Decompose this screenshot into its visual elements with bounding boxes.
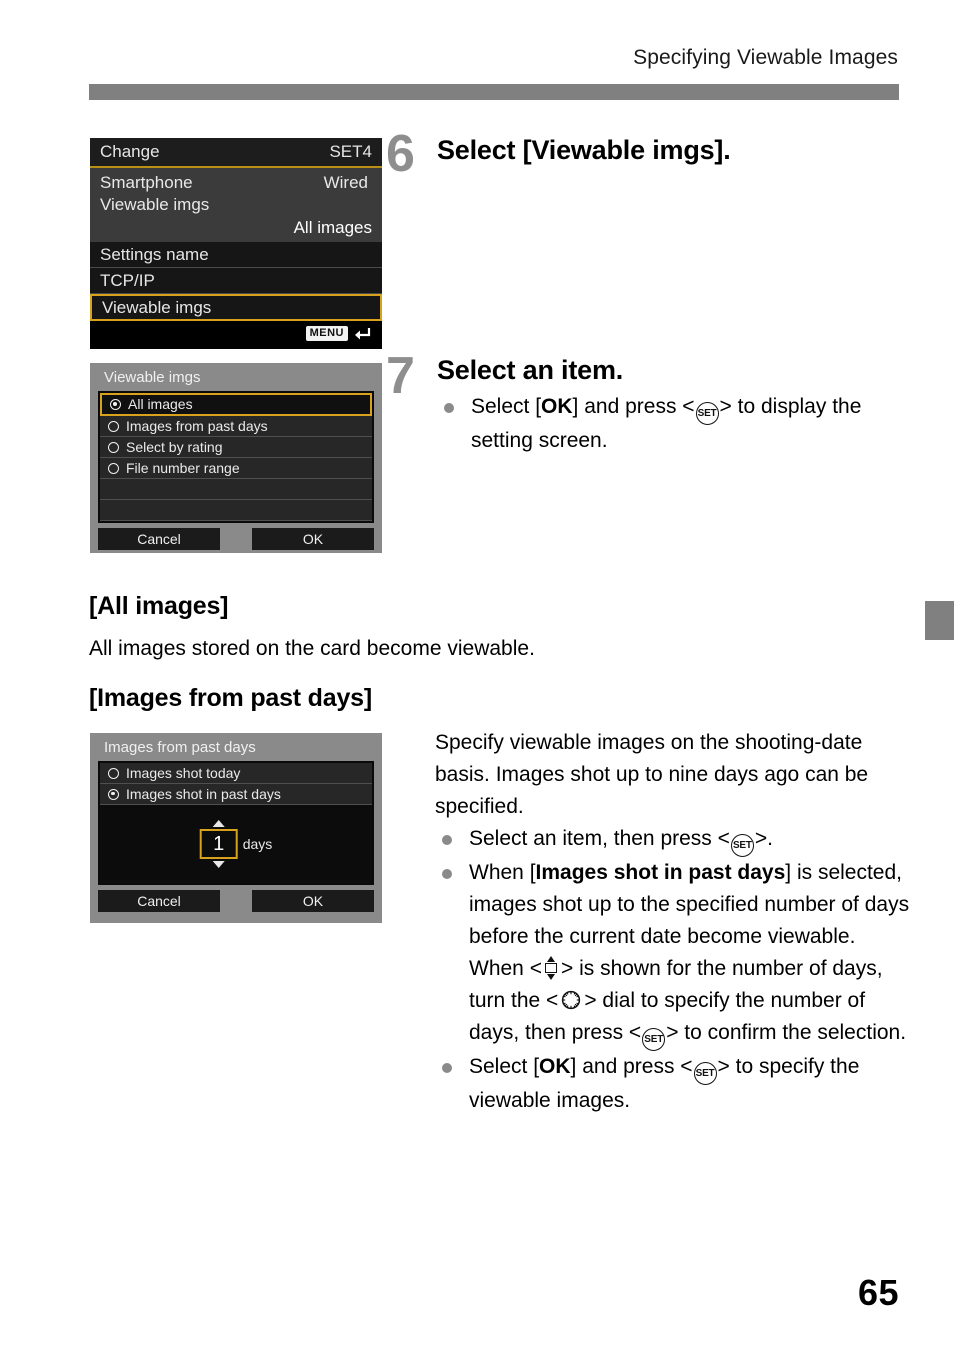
screen-viewable-title: Viewable imgs xyxy=(104,369,201,386)
screen-past-days-ok-button[interactable]: OK xyxy=(252,890,374,912)
screen-past-days-option-today-label: Images shot today xyxy=(126,764,241,781)
days-stepper[interactable]: 1 days xyxy=(199,820,273,868)
running-header: Specifying Viewable Images xyxy=(633,46,898,69)
screen-change-row-smartphone-value: Wired xyxy=(323,173,368,192)
screen-change-item-viewable-imgs[interactable]: Viewable imgs xyxy=(90,294,382,321)
stepper-down-arrow-icon[interactable] xyxy=(212,861,225,868)
section-heading-past-days: [Images from past days] xyxy=(89,684,372,712)
screen-viewable-option-all-images-label: All images xyxy=(128,396,193,412)
screen-viewable-cancel-button[interactable]: Cancel xyxy=(98,528,220,550)
step-7-title: Select an item. xyxy=(437,355,624,385)
screen-change-row-viewable: Viewable imgs xyxy=(100,194,372,216)
step-7-body: Select [OK] and press < SET > to display t… xyxy=(437,391,907,457)
screen-past-days-option-in-past-days[interactable]: Images shot in past days xyxy=(100,784,372,805)
radio-unselected-icon xyxy=(108,462,119,474)
days-value[interactable]: 1 xyxy=(199,829,238,859)
screen-viewable-button-row: Cancel OK xyxy=(98,528,374,550)
section-past-days-intro: Specify viewable images on the shooting-… xyxy=(435,731,869,818)
screen-viewable-option-blank xyxy=(100,500,372,521)
set-button-icon: SET xyxy=(695,402,719,425)
screen-viewable-option-rating[interactable]: Select by rating xyxy=(100,437,372,458)
screen-change-row-viewable-label: Viewable imgs xyxy=(100,195,210,214)
section-past-days-bullet-list: Select an item, then press < SET >. When [… xyxy=(435,823,913,1117)
up-down-button-icon xyxy=(543,956,560,980)
screen-change-row-smartphone-label: Smartphone xyxy=(100,173,193,192)
screen-viewable-option-past-days[interactable]: Images from past days xyxy=(100,416,372,437)
radio-selected-icon xyxy=(108,788,119,800)
bullet-past-days-explain: When [Images shot in past days] is selec… xyxy=(435,857,913,1051)
screen-viewable-option-file-range[interactable]: File number range xyxy=(100,458,372,479)
bullet-select-ok: Select [OK] and press < SET > to specify t… xyxy=(435,1051,913,1117)
screen-past-days-option-list: Images shot today Images shot in past da… xyxy=(98,761,374,885)
screen-viewable-ok-button[interactable]: OK xyxy=(252,528,374,550)
screen-past-days-spinner-area: 1 days xyxy=(100,805,372,883)
camera-screen-past-days: Images from past days Images shot today … xyxy=(90,733,382,923)
stepper-up-arrow-icon[interactable] xyxy=(212,820,225,827)
step-6-number: 6 xyxy=(386,125,415,183)
screen-past-days-cancel-button[interactable]: Cancel xyxy=(98,890,220,912)
step-7-number: 7 xyxy=(386,347,415,405)
days-stepper-column: 1 xyxy=(199,820,238,868)
screen-change-viewable-value: All images xyxy=(293,218,372,237)
chapter-thumb-tab xyxy=(925,601,954,640)
set-button-icon: SET xyxy=(642,1028,666,1051)
screen-viewable-option-past-days-label: Images from past days xyxy=(126,417,268,434)
screen-change-row-smartphone: Smartphone Wired xyxy=(100,172,372,194)
radio-unselected-icon xyxy=(108,767,119,779)
screen-past-days-option-today[interactable]: Images shot today xyxy=(100,763,372,784)
bullet-select-item: Select an item, then press < SET >. xyxy=(435,823,913,857)
radio-unselected-icon xyxy=(108,441,119,453)
screen-change-titlebar: Change SET4 xyxy=(90,138,382,168)
step-7-bullet-list: Select [OK] and press < SET > to display t… xyxy=(437,391,907,457)
return-arrow-icon xyxy=(352,325,372,343)
days-unit-label: days xyxy=(242,836,273,852)
section-body-all-images: All images stored on the card become vie… xyxy=(89,637,535,660)
camera-screen-change: Change SET4 Smartphone Wired Viewable im… xyxy=(90,138,382,349)
screen-past-days-option-in-past-days-label: Images shot in past days xyxy=(126,785,281,802)
screen-change-item-tcpip[interactable]: TCP/IP xyxy=(90,268,382,294)
screen-change-set-label: SET4 xyxy=(329,142,372,161)
menu-button-icon: MENU xyxy=(305,326,348,341)
step-6-title: Select [Viewable imgs]. xyxy=(437,135,731,165)
section-heading-all-images: [All images] xyxy=(89,592,229,620)
screen-change-item-settings-name[interactable]: Settings name xyxy=(90,242,382,268)
step-7-bullet-ok: Select [OK] and press < SET > to display t… xyxy=(437,391,907,457)
screen-past-days-button-row: Cancel OK xyxy=(98,890,374,912)
screen-viewable-option-blank xyxy=(100,479,372,500)
screen-viewable-option-list: All images Images from past days Select … xyxy=(98,391,374,523)
radio-unselected-icon xyxy=(108,420,119,432)
page-number: 65 xyxy=(857,1272,899,1313)
camera-screen-viewable-imgs: Viewable imgs All images Images from pas… xyxy=(90,363,382,553)
radio-selected-icon xyxy=(110,399,121,410)
screen-viewable-option-rating-label: Select by rating xyxy=(126,438,223,455)
screen-change-title: Change xyxy=(100,142,160,161)
set-button-icon: SET xyxy=(730,834,754,857)
quick-control-dial-icon xyxy=(559,988,583,1012)
screen-viewable-option-file-range-label: File number range xyxy=(126,459,240,476)
screen-change-footer: MENU xyxy=(90,321,382,349)
header-rule xyxy=(89,84,899,100)
section-body-past-days: Specify viewable images on the shooting-… xyxy=(435,727,913,1117)
screen-past-days-title: Images from past days xyxy=(104,739,256,756)
screen-change-summary-block: Smartphone Wired Viewable imgs All image… xyxy=(90,168,382,242)
set-button-icon: SET xyxy=(693,1062,717,1085)
screen-viewable-option-all-images[interactable]: All images xyxy=(100,393,372,416)
